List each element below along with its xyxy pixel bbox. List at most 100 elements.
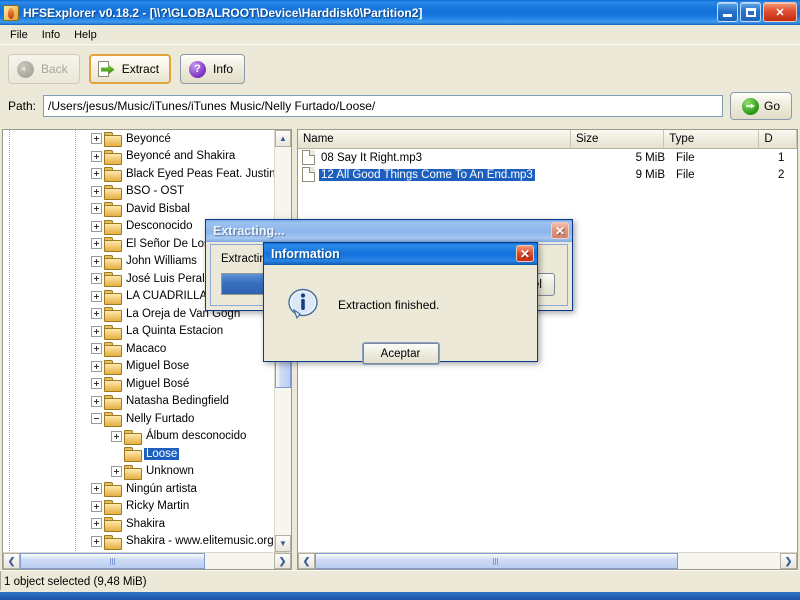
tree-item-la-quinta-estacion[interactable]: La Quinta Estacion: [3, 323, 274, 341]
status-bar: 1 object selected (9,48 MiB): [0, 570, 800, 592]
tree-scroll-down-button[interactable]: ▼: [275, 535, 291, 552]
back-button[interactable]: Back: [8, 54, 80, 84]
folder-tree-pane: Beyoncé Beyoncé and Shakira Black Eyed Pea…: [2, 129, 292, 570]
expand-icon[interactable]: [91, 290, 102, 302]
folder-icon: [104, 254, 122, 270]
expand-icon[interactable]: [91, 378, 102, 390]
folder-icon: [104, 237, 122, 253]
expand-icon[interactable]: [91, 220, 102, 232]
expand-icon[interactable]: [91, 150, 102, 162]
extract-button[interactable]: Extract: [88, 54, 172, 84]
expand-icon[interactable]: [91, 133, 102, 145]
list-scroll-right-button[interactable]: ❯: [780, 553, 797, 569]
title-bar: HFSExplorer v0.18.2 - [\\?\GLOBALROOT\De…: [0, 0, 800, 25]
column-header-type[interactable]: Type: [664, 130, 760, 148]
tree-item-shakira[interactable]: Shakira: [3, 515, 274, 533]
extracting-dialog-close-button[interactable]: ✕: [551, 222, 569, 239]
list-hscroll-thumb[interactable]: [315, 553, 678, 569]
expand-icon[interactable]: [91, 360, 102, 372]
column-header-date[interactable]: D: [759, 130, 797, 148]
tree-item-miguel-bose[interactable]: Miguel Bose: [3, 358, 274, 376]
folder-tree[interactable]: Beyoncé Beyoncé and Shakira Black Eyed Pea…: [3, 130, 291, 552]
tree-item-label: Miguel Bose: [126, 360, 190, 373]
expand-icon[interactable]: [111, 430, 122, 442]
tree-item-bso-ost[interactable]: BSO - OST: [3, 183, 274, 201]
folder-icon: [104, 499, 122, 515]
expand-icon[interactable]: [91, 500, 102, 512]
expand-icon[interactable]: [91, 308, 102, 320]
tree-hscroll-track[interactable]: [20, 553, 274, 569]
column-header-name[interactable]: Name: [298, 130, 571, 148]
tree-item-label: BSO - OST: [126, 185, 185, 198]
tree-item-shakira-feat-alejandro-sanz[interactable]: Shakira feat. Alejandro Sanz: [3, 550, 274, 552]
file-list-row[interactable]: 12 All Good Things Come To An End.mp3 9 M…: [298, 166, 797, 183]
file-list-row[interactable]: 08 Say It Right.mp3 5 MiB File 1: [298, 149, 797, 166]
list-scroll-left-button[interactable]: ❮: [298, 553, 315, 569]
column-header-size[interactable]: Size: [571, 130, 665, 148]
tree-item-label: LA CUADRILLA: [126, 290, 208, 303]
information-dialog-close-button[interactable]: ✕: [516, 245, 534, 262]
tree-item-label: Desconocido: [126, 220, 193, 233]
tree-item-label: Shakira: [126, 517, 165, 530]
expand-icon[interactable]: [111, 465, 122, 477]
folder-icon: [104, 534, 122, 550]
folder-icon: [104, 342, 122, 358]
tree-item-beyonc-and-shakira[interactable]: Beyoncé and Shakira: [3, 148, 274, 166]
menu-info[interactable]: Info: [35, 27, 67, 43]
tree-scroll-right-button[interactable]: ❯: [274, 553, 291, 569]
folder-icon: [104, 394, 122, 410]
tree-item-label: John Williams: [126, 255, 197, 268]
tree-hscroll-thumb[interactable]: [20, 553, 206, 569]
menu-bar: File Info Help: [0, 25, 800, 44]
tree-item-label: Shakira - www.elitemusic.org: [126, 535, 274, 548]
maximize-button[interactable]: [740, 2, 761, 22]
go-button-label: Go: [763, 99, 780, 113]
menu-help[interactable]: Help: [67, 27, 104, 43]
tree-scroll-left-button[interactable]: ❮: [3, 553, 20, 569]
expand-icon[interactable]: [91, 203, 102, 215]
collapse-icon[interactable]: [91, 413, 102, 425]
file-name-text: 08 Say It Right.mp3: [321, 151, 422, 164]
tree-item-unknown[interactable]: Unknown: [3, 463, 274, 481]
expand-icon[interactable]: [91, 518, 102, 530]
info-button[interactable]: ? Info: [180, 54, 246, 84]
tree-item-label: Black Eyed Peas Feat. Justin: [126, 167, 274, 180]
path-input[interactable]: [43, 95, 723, 117]
tree-item-lbum-desconocido[interactable]: Álbum desconocido: [3, 428, 274, 446]
expand-icon[interactable]: [91, 343, 102, 355]
menu-file[interactable]: File: [3, 27, 35, 43]
expand-icon[interactable]: [91, 273, 102, 285]
tree-item-ning-n-artista[interactable]: Ningún artista: [3, 480, 274, 498]
expand-icon[interactable]: [91, 255, 102, 267]
list-horizontal-scrollbar[interactable]: ❮ ❯: [298, 552, 797, 569]
minimize-button[interactable]: [717, 2, 738, 22]
file-icon: [302, 167, 315, 182]
go-button[interactable]: Go: [730, 92, 792, 120]
folder-icon: [104, 184, 122, 200]
tree-item-ricky-martin[interactable]: Ricky Martin: [3, 498, 274, 516]
tree-item-natasha-bedingfield[interactable]: Natasha Bedingfield: [3, 393, 274, 411]
expand-icon[interactable]: [91, 535, 102, 547]
expand-icon[interactable]: [91, 325, 102, 337]
information-ok-button[interactable]: Aceptar: [362, 343, 439, 364]
window-title: HFSExplorer v0.18.2 - [\\?\GLOBALROOT\De…: [23, 5, 423, 20]
tree-horizontal-scrollbar[interactable]: ❮ ❯: [3, 552, 291, 569]
expand-icon[interactable]: [91, 185, 102, 197]
tree-item-miguel-bos[interactable]: Miguel Bosé: [3, 375, 274, 393]
tree-item-shakira-www-elitemusic-org[interactable]: Shakira - www.elitemusic.org: [3, 533, 274, 551]
expand-icon[interactable]: [91, 483, 102, 495]
tree-item-beyonc[interactable]: Beyoncé: [3, 130, 274, 148]
tree-item-label: Nelly Furtado: [126, 412, 195, 425]
list-hscroll-track[interactable]: [315, 553, 780, 569]
tree-item-loose[interactable]: Loose: [3, 445, 274, 463]
expand-icon[interactable]: [91, 238, 102, 250]
tree-item-macaco[interactable]: Macaco: [3, 340, 274, 358]
information-dialog-body: Extraction finished. Aceptar: [264, 265, 537, 364]
tree-item-black-eyed-peas-feat-justin[interactable]: Black Eyed Peas Feat. Justin: [3, 165, 274, 183]
tree-item-nelly-furtado[interactable]: Nelly Furtado: [3, 410, 274, 428]
tree-item-david-bisbal[interactable]: David Bisbal: [3, 200, 274, 218]
expand-icon[interactable]: [91, 168, 102, 180]
expand-icon[interactable]: [91, 395, 102, 407]
tree-scroll-up-button[interactable]: ▲: [275, 130, 291, 147]
close-button[interactable]: ✕: [763, 2, 797, 22]
